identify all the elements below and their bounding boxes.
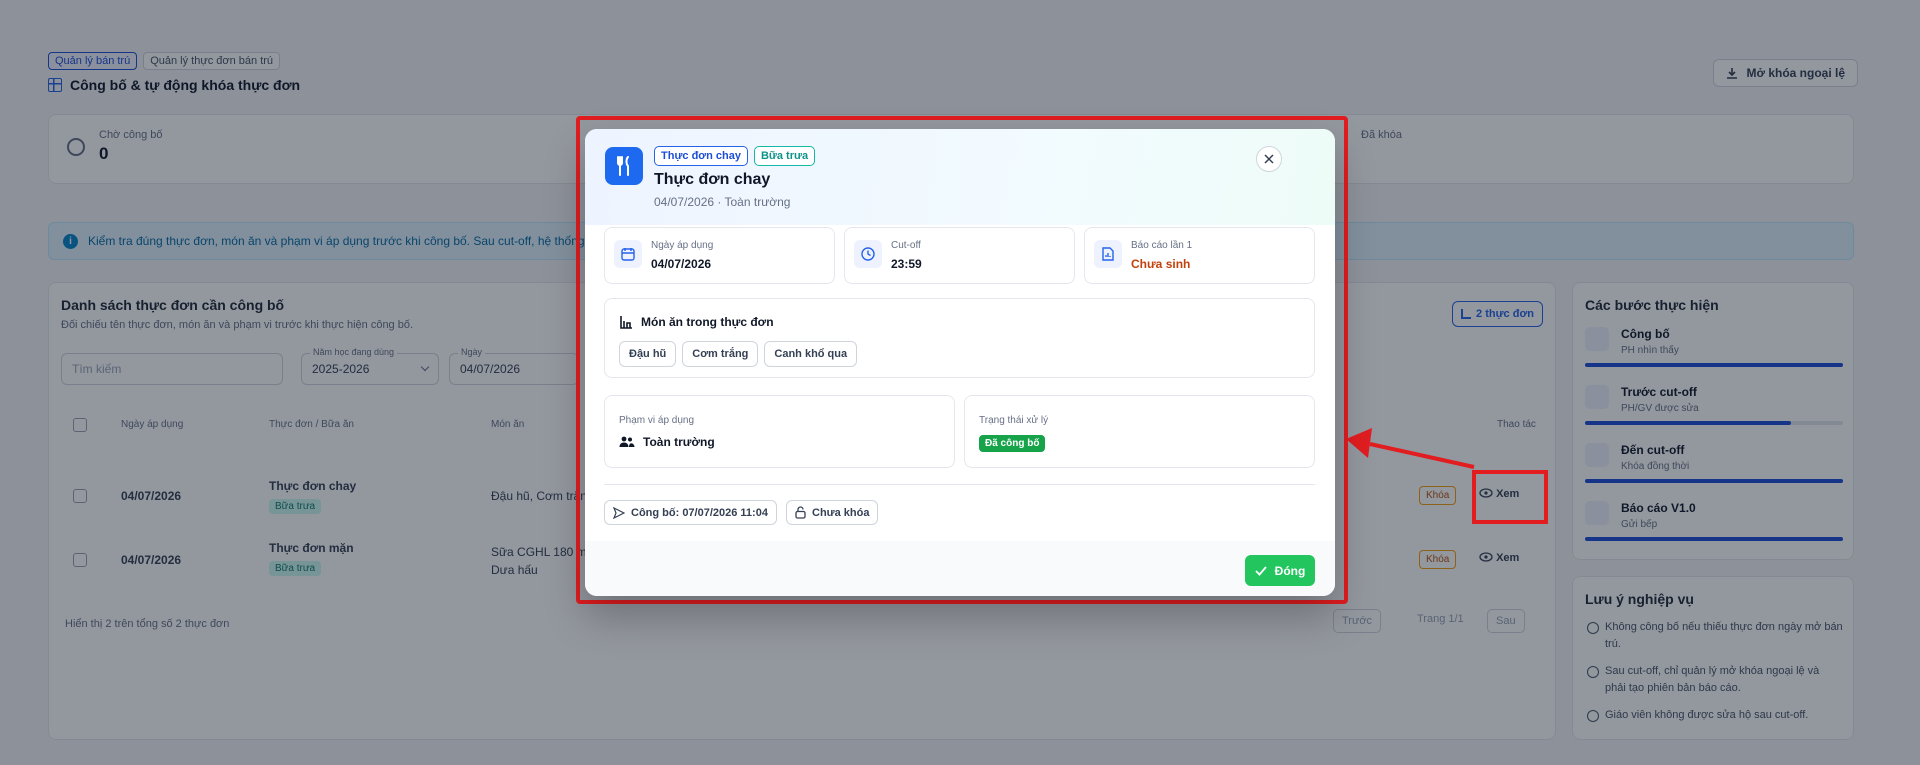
highlight-box-view-button (1472, 470, 1548, 524)
unlock-icon (795, 506, 806, 519)
status-value: Đã công bố (979, 435, 1046, 452)
dishes-title-text: Món ăn trong thực đơn (641, 315, 774, 329)
close-button-label: Đóng (1274, 563, 1306, 578)
dish-chip: Cơm trắng (682, 341, 759, 367)
dish-chip: Canh khổ qua (764, 341, 858, 367)
close-icon-button[interactable] (1256, 146, 1282, 172)
send-icon (613, 506, 625, 519)
divider (604, 484, 1315, 485)
published-at-text: Công bố: 07/07/2026 11:04 (631, 506, 768, 519)
close-icon (1264, 154, 1274, 164)
modal-subtitle: 04/07/2026 · Toàn trường (654, 195, 791, 209)
lock-status-badge: Chưa khóa (786, 500, 879, 525)
close-button[interactable]: Đóng (1245, 555, 1315, 586)
status-badge: Đã công bố (979, 435, 1046, 452)
apply-date-value: 04/07/2026 (651, 257, 712, 271)
menu-type-tag: Thực đơn chay (654, 146, 748, 166)
scope-value-text: Toàn trường (643, 435, 715, 449)
modal-footer (585, 541, 1335, 596)
cutoff-value: 23:59 (891, 257, 922, 271)
calendar-icon (614, 240, 642, 268)
fork-knife-icon (605, 147, 643, 185)
scope-card: Phạm vi áp dụng Toàn trường (604, 395, 955, 468)
modal-tags: Thực đơn chay Bữa trưa (654, 146, 816, 166)
dish-chips: Đậu hũ Cơm trắng Canh khổ qua (619, 341, 858, 367)
cutoff-card: Cut-off 23:59 (844, 227, 1075, 284)
clock-icon (854, 240, 882, 268)
report-value: Chưa sinh (1131, 257, 1191, 271)
lock-status-text: Chưa khóa (812, 506, 870, 519)
menu-detail-modal: Thực đơn chay Bữa trưa Thực đơn chay 04/… (585, 129, 1335, 596)
published-at-badge: Công bố: 07/07/2026 11:04 (604, 500, 777, 525)
people-icon (619, 436, 635, 447)
report-label: Báo cáo lần 1 (1131, 240, 1193, 251)
modal-header: Thực đơn chay Bữa trưa Thực đơn chay 04/… (585, 129, 1335, 225)
dishes-card: Món ăn trong thực đơn Đậu hũ Cơm trắng C… (604, 298, 1315, 378)
apply-date-label: Ngày áp dụng (651, 240, 714, 251)
scope-value: Toàn trường (619, 435, 715, 449)
status-label: Trạng thái xử lý (979, 415, 1049, 426)
report-card: Báo cáo lần 1 Chưa sinh (1084, 227, 1315, 284)
modal-title: Thực đơn chay (654, 171, 771, 188)
dish-chip: Đậu hũ (619, 341, 677, 367)
cutoff-label: Cut-off (891, 240, 921, 251)
meal-tag: Bữa trưa (753, 146, 816, 166)
report-icon (1094, 240, 1122, 268)
apply-date-card: Ngày áp dụng 04/07/2026 (604, 227, 835, 284)
status-card: Trạng thái xử lý Đã công bố (964, 395, 1315, 468)
dishes-title: Món ăn trong thực đơn (619, 315, 774, 329)
scope-label: Phạm vi áp dụng (619, 415, 695, 426)
dish-icon (620, 316, 632, 329)
check-icon (1255, 565, 1267, 576)
